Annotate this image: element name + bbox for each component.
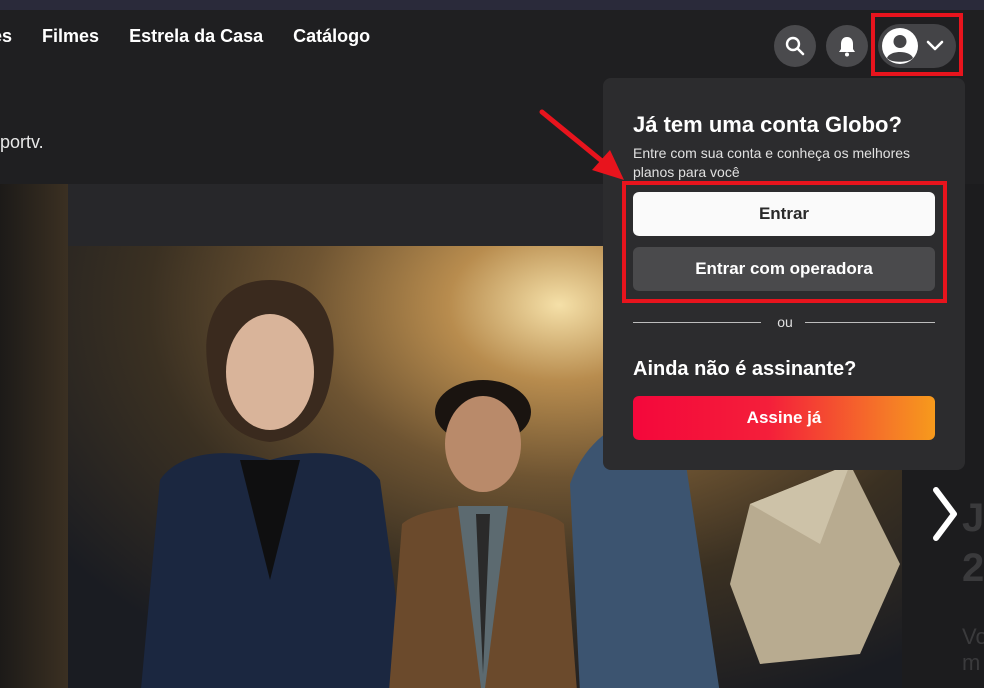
subheader-text: portv. xyxy=(0,132,44,152)
divider-line-right xyxy=(805,322,935,323)
hero-frame-left xyxy=(0,184,68,688)
main-nav: es Filmes Estrela da Casa Catálogo xyxy=(0,26,370,47)
bell-icon xyxy=(839,37,855,57)
chevron-right-icon[interactable] xyxy=(930,484,960,544)
person-man-figure xyxy=(389,380,577,688)
divider-text: ou xyxy=(777,314,793,330)
highlight-box-profile xyxy=(871,13,963,76)
next-item-title-fragment: Je xyxy=(962,496,984,540)
nav-item-estrela-da-casa[interactable]: Estrela da Casa xyxy=(129,26,263,47)
dropdown-title: Já tem uma conta Globo? xyxy=(633,112,902,137)
divider-line-left xyxy=(633,322,761,323)
nav-item-series[interactable]: es xyxy=(0,26,12,47)
nav-item-catalogo[interactable]: Catálogo xyxy=(293,26,370,47)
or-divider: ou xyxy=(633,314,935,330)
next-item-year-fragment: 2 xyxy=(962,546,984,590)
notifications-button[interactable] xyxy=(826,25,868,67)
highlight-box-login-buttons xyxy=(622,181,947,303)
nav-item-filmes[interactable]: Filmes xyxy=(42,26,99,47)
red-arrow-annotation xyxy=(539,109,624,180)
window-top-strip xyxy=(0,0,984,10)
next-item-text-fragment: Vo m xyxy=(962,624,984,675)
search-button[interactable] xyxy=(774,25,816,67)
person-woman-figure xyxy=(141,280,409,688)
subscribe-button[interactable]: Assine já xyxy=(633,396,935,440)
subscribe-title: Ainda não é assinante? xyxy=(633,358,857,380)
dropdown-subtitle: Entre com sua conta e conheça os melhore… xyxy=(633,145,911,180)
search-icon xyxy=(785,36,805,56)
